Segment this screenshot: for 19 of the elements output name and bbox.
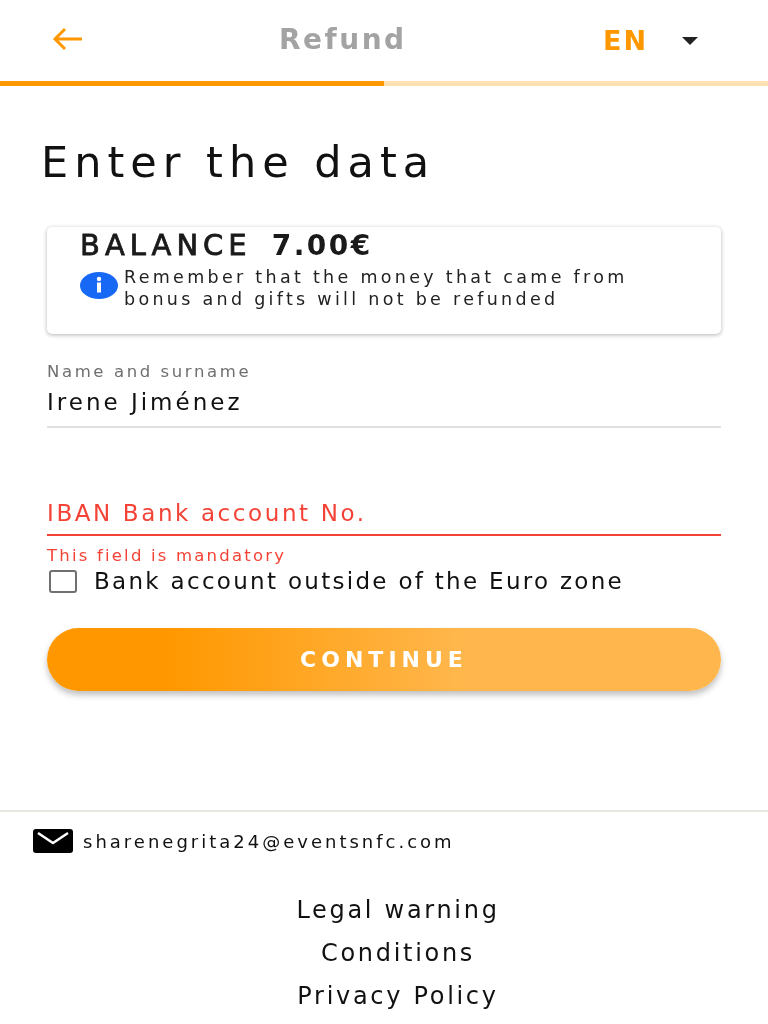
text-field[interactable]: IBAN Bank account No. <box>47 496 721 536</box>
field-label: Name and surname <box>47 362 253 381</box>
refund-note: Remember that the money that came from bonus and gifts will not be refunded <box>124 266 629 310</box>
info-icon <box>80 272 118 299</box>
text-field[interactable]: Irene Jiménez <box>47 381 721 428</box>
page-heading: Enter the data <box>41 136 437 188</box>
envelope-icon <box>33 829 73 853</box>
footer-link[interactable]: Conditions <box>321 936 475 970</box>
balance-label: BALANCE <box>80 227 252 263</box>
checkbox-label: Bank account outside of the Euro zone <box>94 568 625 594</box>
checkbox[interactable] <box>49 569 77 593</box>
error-message: This field is mandatory <box>47 546 287 565</box>
footer-link[interactable]: Privacy Policy <box>297 979 499 1013</box>
back-arrow-icon <box>52 27 84 51</box>
balance-amount: 7.00€ <box>271 228 373 264</box>
email-link[interactable]: sharenegrita24@eventsnfc.com <box>83 830 455 852</box>
footer-link[interactable]: Legal warning <box>296 893 500 927</box>
caret-icon <box>682 36 698 45</box>
page-title: Refund <box>279 23 407 56</box>
